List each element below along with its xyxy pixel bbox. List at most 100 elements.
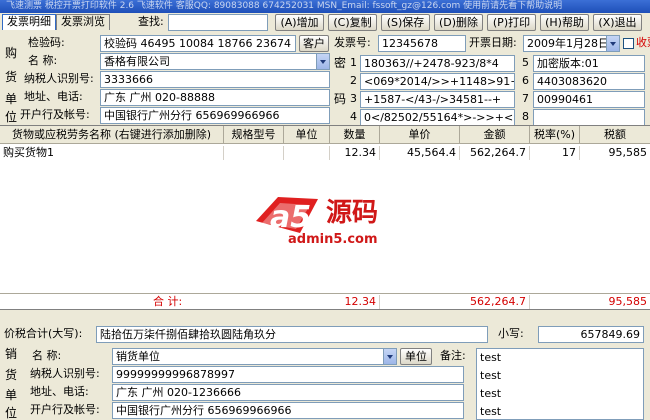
cell-unit[interactable] (284, 146, 330, 160)
delete-button[interactable]: (D)删除 (434, 14, 483, 31)
print-button[interactable]: (P)打印 (487, 14, 536, 31)
a5-logo-graphic: a5 源码 admin5.com (256, 197, 378, 247)
buyer-name-label: 名 称: (28, 54, 58, 67)
calendar-dropdown-icon[interactable] (606, 36, 619, 51)
buyer-side-label-3: 单 (5, 92, 18, 106)
seller-side-label-4: 位 (5, 406, 18, 420)
header-tax: 税额 (580, 126, 650, 144)
remark-label: 备注: (440, 349, 466, 362)
tab-invoice-browse[interactable]: 发票浏览 (56, 14, 110, 30)
buyer-side-label-4: 位 (5, 110, 18, 124)
check-code-field[interactable]: 校验码 46495 10084 18766 23674 (100, 35, 296, 52)
invoice-no-field[interactable]: 12345678 (378, 35, 466, 52)
seller-address-field[interactable]: 广东 广州 020-1236666 (112, 384, 464, 401)
cell-price[interactable]: 45,564.4 (380, 146, 460, 160)
total-amount: 562,264.7 (460, 295, 530, 309)
tab-invoice-detail[interactable]: 发票明细 (2, 14, 56, 30)
total-upper-field: 陆拾伍万柒仟捌佰肆拾玖圆陆角玖分 (96, 326, 488, 343)
cipher-row-num-4: 4 (350, 110, 357, 123)
cell-amount[interactable]: 562,264.7 (460, 146, 530, 160)
receipt-label: 收票 (636, 36, 650, 49)
a5-watermark-logo: a5 源码 admin5.com (248, 183, 398, 251)
cell-tax-rate[interactable]: 17 (530, 146, 580, 160)
save-button[interactable]: (S)保存 (381, 14, 430, 31)
customer-button[interactable]: 客户 (299, 35, 329, 52)
logo-url: admin5.com (288, 232, 378, 247)
remark-line-2: test (480, 369, 502, 382)
header-price: 单价 (380, 126, 460, 144)
buyer-name-select[interactable]: 香格有限公司 (100, 53, 330, 70)
total-qty: 12.34 (330, 295, 380, 309)
total-lower-label: 小写: (498, 327, 524, 340)
total-tax: 95,585 (608, 295, 648, 308)
cipher-extra-num-5: 5 (522, 56, 529, 69)
cipher-extra-field-8[interactable] (533, 109, 645, 126)
seller-side-label-3: 单 (5, 388, 18, 402)
copy-button[interactable]: (C)复制 (328, 14, 377, 31)
cipher-row-1[interactable]: 180363//+2478-923/8*4 (360, 55, 515, 72)
cell-tax[interactable]: 95,585 (580, 146, 650, 160)
seller-bank-field[interactable]: 中国银行广州分行 656969966966 (112, 402, 464, 419)
cipher-side-label-2: 码 (334, 92, 347, 106)
seller-bank-label: 开户行及帐号: (30, 403, 100, 416)
cell-spec[interactable] (224, 146, 284, 160)
cipher-row-num-2: 2 (350, 74, 357, 87)
cipher-extra-field-6[interactable]: 4403083620 (533, 73, 645, 90)
remark-textarea[interactable]: test test test test (476, 348, 644, 420)
buyer-bank-label: 开户行及帐号: (20, 108, 90, 121)
cipher-side-label-1: 密 (334, 56, 347, 70)
logo-cn-text: 源码 (326, 198, 378, 228)
receipt-checkbox[interactable] (623, 38, 634, 49)
chevron-down-icon[interactable] (383, 349, 396, 364)
seller-name-value: 销货单位 (116, 350, 160, 363)
header-spec: 规格型号 (224, 126, 284, 144)
add-button[interactable]: (A)增加 (275, 14, 324, 31)
invoice-no-label: 发票号: (334, 36, 371, 49)
encryption-version-field[interactable]: 加密版本:01 (533, 55, 645, 72)
logo-text: a5 (270, 200, 311, 235)
header-goods-name: 货物或应税劳务名称 (右键进行添加删除) (0, 126, 224, 144)
search-input[interactable] (168, 14, 268, 31)
cipher-row-3[interactable]: +1587-</43-/>34581--+ (360, 91, 515, 108)
check-code-label: 检验码: (28, 36, 65, 49)
buyer-address-field[interactable]: 广东 广州 020-88888 (100, 89, 330, 106)
buyer-bank-field[interactable]: 中国银行广州分行 656969966966 (100, 107, 330, 124)
unit-button[interactable]: 单位 (400, 348, 432, 365)
buyer-address-label: 地址、电话: (24, 90, 83, 103)
cell-qty[interactable]: 12.34 (330, 146, 380, 160)
exit-button[interactable]: (X)退出 (593, 14, 642, 31)
search-label: 查找: (138, 15, 164, 28)
buyer-tax-id-field[interactable]: 3333666 (100, 71, 330, 88)
total-upper-label: 价税合计(大写): (4, 327, 83, 340)
header-unit: 单位 (284, 126, 330, 144)
cipher-extra-field-7[interactable]: 00990461 (533, 91, 645, 108)
seller-side-label-1: 销 (5, 347, 18, 361)
buyer-side-label-2: 货 (5, 70, 18, 84)
chevron-down-icon[interactable] (316, 54, 329, 69)
title-bar: 飞速测票 税控开票打印软件 2.6 飞速软件 客服QQ: 89083088 67… (0, 0, 650, 13)
cipher-row-2[interactable]: <069*2014/>>+1148>91+ (360, 73, 515, 90)
remark-line-3: test (480, 387, 502, 400)
total-label: 合 计: (153, 295, 183, 308)
header-amount: 金额 (460, 126, 530, 144)
cell-goods-name[interactable]: 购买货物1 (0, 146, 224, 160)
total-lower-field: 657849.69 (538, 326, 644, 343)
buyer-tax-id-label: 纳税人识别号: (24, 72, 94, 85)
buyer-side-label-1: 购 (5, 46, 18, 60)
seller-tax-id-label: 纳税人识别号: (30, 367, 100, 380)
seller-side-label-2: 货 (5, 368, 18, 382)
invoice-date-label: 开票日期: (469, 36, 517, 49)
header-tax-rate: 税率(%) (530, 126, 580, 144)
invoice-date-picker[interactable]: 2009年1月28日 (523, 35, 620, 52)
cipher-row-num-1: 1 (350, 56, 357, 69)
remark-line-1: test (480, 351, 502, 364)
cipher-row-4[interactable]: 0</82502/55164*>->>+< (360, 109, 515, 126)
seller-name-select[interactable]: 销货单位 (112, 348, 397, 365)
seller-tax-id-field[interactable]: 99999999996878997 (112, 366, 464, 383)
help-button[interactable]: (H)帮助 (540, 14, 589, 31)
header-qty: 数量 (330, 126, 380, 144)
invoice-date-value: 2009年1月28日 (527, 37, 609, 50)
remark-line-4: test (480, 405, 502, 418)
cipher-row-num-3: 3 (350, 92, 357, 105)
cipher-extra-num-7: 7 (522, 92, 529, 105)
